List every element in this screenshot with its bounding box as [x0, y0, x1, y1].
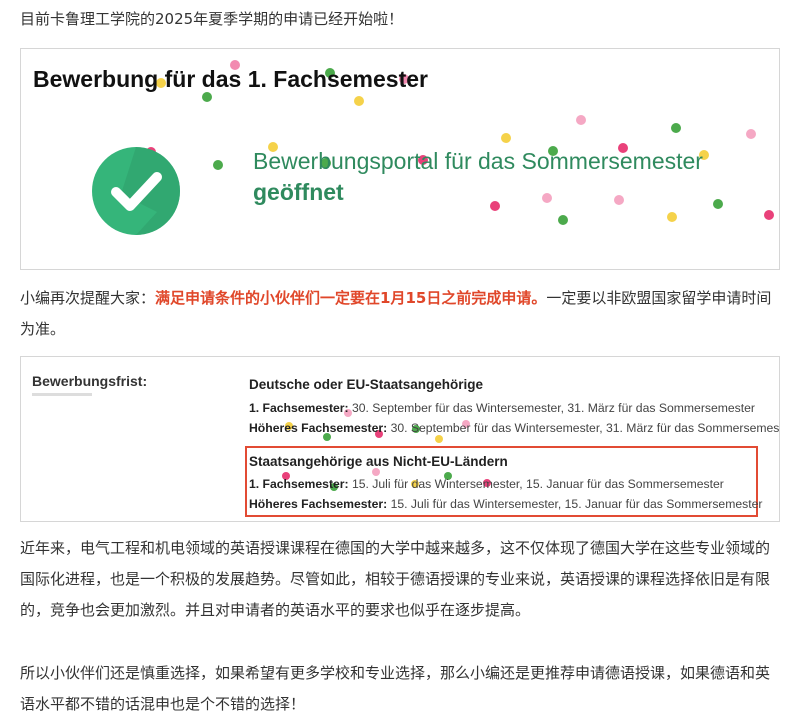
non-eu-row-higher-semester: Höheres Fachsemester: 15. Juli für das W…: [249, 497, 763, 511]
paragraph-recommendation: 所以小伙伴们还是慎重选择，如果希望有更多学校和专业选择，那么小编还是更推荐申请德…: [20, 664, 771, 713]
portal-status-line1: Bewerbungsportal für das Sommersemester: [253, 148, 703, 174]
intro-text: 目前卡鲁理工学院的2025年夏季学期的申请已经开始啦！: [20, 10, 404, 28]
reminder-text: 小编再次提醒大家：满足申请条件的小伙伴们一定要在1月15日之前完成申请。一定要以…: [20, 283, 782, 345]
non-eu-group-title: Staatsangehörige aus Nicht-EU-Ländern: [249, 454, 508, 469]
deadline-label: Bewerbungsfrist:: [32, 373, 148, 389]
portal-status-line2: geöffnet: [253, 179, 344, 205]
eu-row-higher-semester: Höheres Fachsemester: 30. September für …: [249, 421, 780, 435]
eu-group-title: Deutsche oder EU-Staatsangehörige: [249, 377, 484, 392]
banner-panel: Bewerbung für das 1. Fachsemester Bewerb…: [20, 48, 780, 270]
label-underline: [32, 393, 92, 396]
check-circle-icon: [92, 147, 180, 235]
non-eu-row-first-semester: 1. Fachsemester: 15. Juli für das Winter…: [249, 477, 724, 491]
paragraph-english-programs: 近年来，电气工程和机电领域的英语授课课程在德国的大学中越来越多，这不仅体现了德国…: [20, 539, 771, 619]
deadline-panel: Bewerbungsfrist: Deutsche oder EU-Staats…: [20, 356, 780, 522]
reminder-highlight: 满足申请条件的小伙伴们一定要在1月15日之前完成申请。: [155, 289, 547, 307]
reminder-prefix: 小编再次提醒大家：: [20, 289, 156, 307]
eu-row-first-semester: 1. Fachsemester: 30. September für das W…: [249, 401, 755, 415]
banner-title: Bewerbung für das 1. Fachsemester: [33, 66, 428, 92]
